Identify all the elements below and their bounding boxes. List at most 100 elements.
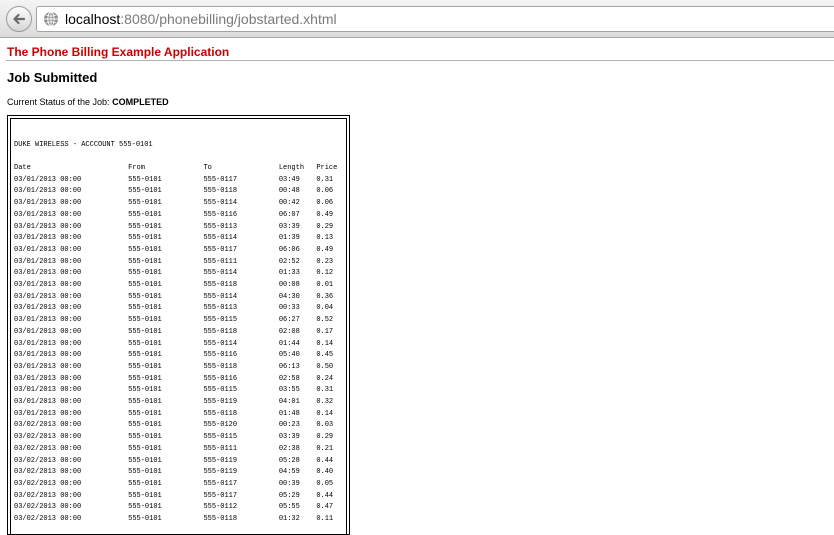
cell-length: 06:13 [278,362,300,371]
table-row: 03/01/2013 00:00 555-0101 555-0117 06:06 0.4… [14,245,346,257]
cell-price: 0.17 [316,327,334,336]
cell-to: 555-0116 [203,374,238,383]
table-row: 03/01/2013 00:00 555-0101 555-0115 06:27 0.5… [14,315,346,327]
url-text[interactable]: localhost:8080/phonebilling/jobstarted.x… [65,11,337,27]
app-title: The Phone Billing Example Application [7,45,230,59]
cell-length: 00:39 [278,479,300,488]
cell-price: 0.49 [316,210,334,219]
cell-date: 03/01/2013 00:00 [14,269,82,278]
table-row: 03/01/2013 00:00 555-0101 555-0115 03:55 0.3… [14,385,346,397]
column-header-price: Price [316,164,338,172]
cell-to: 555-0115 [203,316,238,325]
cell-to: 555-0117 [203,245,238,254]
cell-length: 02:38 [278,444,300,453]
cell-from: 555-0101 [128,491,162,500]
cell-date: 03/01/2013 00:00 [14,327,82,336]
cell-price: 0.44 [316,491,334,500]
table-row: 03/01/2013 00:00 555-0101 555-0116 05:40 0.4… [14,350,346,362]
cell-date: 03/01/2013 00:00 [14,304,82,313]
cell-to: 555-0118 [203,187,238,196]
cell-to: 555-0119 [203,398,238,407]
table-row: 03/01/2013 00:00 555-0101 555-0116 02:58 0.2… [14,374,346,386]
table-row: 03/02/2013 00:00 555-0101 555-0115 03:39 0.2… [14,432,346,444]
cell-price: 0.50 [316,362,334,371]
cell-date: 03/01/2013 00:00 [14,257,82,266]
cell-from: 555-0101 [128,374,162,383]
cell-length: 05:29 [278,491,300,500]
cell-price: 0.21 [316,444,334,453]
table-row: 03/01/2013 00:00 555-0101 555-0117 03:49 0.3… [14,175,346,187]
cell-length: 01:44 [278,339,300,348]
cell-from: 555-0101 [128,304,162,313]
cell-length: 00:33 [278,304,300,313]
cell-to: 555-0114 [203,234,238,243]
cell-to: 555-0118 [203,327,238,336]
column-header-date: Date [14,164,31,172]
address-bar[interactable]: localhost:8080/phonebilling/jobstarted.x… [36,6,834,32]
cell-from: 555-0101 [128,503,162,512]
cell-from: 555-0101 [128,187,162,196]
cell-date: 03/01/2013 00:00 [14,187,82,196]
cell-from: 555-0101 [128,456,162,465]
cell-date: 03/01/2013 00:00 [14,234,82,243]
column-header-length: Length [278,164,305,172]
cell-price: 0.45 [316,351,334,360]
cell-from: 555-0101 [128,210,162,219]
cell-length: 02:08 [278,327,300,336]
cell-length: 00:08 [278,281,300,290]
cell-to: 555-0117 [203,479,238,488]
table-row: 03/01/2013 00:00 555-0101 555-0114 00:42 0.0… [14,198,346,210]
table-row: 03/01/2013 00:00 555-0101 555-0118 01:48 0.1… [14,409,346,421]
cell-length: 03:39 [278,222,300,231]
cell-to: 555-0114 [203,339,238,348]
cell-to: 555-0116 [203,351,238,360]
cell-price: 0.06 [316,187,334,196]
cell-date: 03/02/2013 00:00 [14,503,82,512]
cell-length: 00:23 [278,421,300,430]
table-row: 03/02/2013 00:00 555-0101 555-0119 04:59 0.4… [14,467,346,479]
cell-from: 555-0101 [128,398,162,407]
table-row: 03/01/2013 00:00 555-0101 555-0118 02:08 0.1… [14,327,346,339]
url-host: localhost [65,11,121,27]
cell-length: 00:48 [278,187,300,196]
cell-date: 03/01/2013 00:00 [14,199,82,208]
cell-length: 03:55 [278,386,300,395]
cell-to: 555-0114 [203,199,238,208]
cell-from: 555-0101 [128,339,162,348]
cell-from: 555-0101 [128,479,162,488]
cell-length: 02:58 [278,374,300,383]
cell-to: 555-0116 [203,210,238,219]
cell-date: 03/01/2013 00:00 [14,362,82,371]
cell-length: 04:01 [278,398,300,407]
cell-date: 03/02/2013 00:00 [14,491,82,500]
table-row: 03/01/2013 00:00 555-0101 555-0118 00:48 0.0… [14,186,346,198]
cell-length: 01:33 [278,269,300,278]
back-button[interactable] [6,6,32,32]
cell-to: 555-0118 [203,409,238,418]
cell-date: 03/01/2013 00:00 [14,222,82,231]
cell-from: 555-0101 [128,269,162,278]
cell-price: 0.14 [316,339,334,348]
cell-to: 555-0115 [203,386,238,395]
cell-to: 555-0111 [203,257,238,266]
cell-price: 0.01 [316,281,334,290]
table-row: 03/01/2013 00:00 555-0101 555-0114 01:33 0.1… [14,268,346,280]
cell-price: 0.13 [316,234,334,243]
table-row: 03/01/2013 00:00 555-0101 555-0118 00:08 0.0… [14,280,346,292]
cell-price: 0.47 [316,503,334,512]
cell-price: 0.03 [316,421,334,430]
cell-to: 555-0113 [203,222,238,231]
cell-length: 04:59 [278,468,300,477]
cell-date: 03/01/2013 00:00 [14,339,82,348]
cell-price: 0.31 [316,386,334,395]
cell-price: 0.23 [316,257,334,266]
header-divider [6,60,834,61]
cell-to: 555-0111 [203,444,238,453]
report-heading: DUKE WIRELESS - ACCCOUNT 555-0101 [14,141,153,149]
cell-from: 555-0101 [128,199,162,208]
table-row: 03/02/2013 00:00 555-0101 555-0117 00:39 0.0… [14,479,346,491]
table-row: 03/01/2013 00:00 555-0101 555-0118 06:13 0.5… [14,362,346,374]
cell-from: 555-0101 [128,444,162,453]
cell-price: 0.12 [316,269,334,278]
cell-date: 03/01/2013 00:00 [14,316,82,325]
